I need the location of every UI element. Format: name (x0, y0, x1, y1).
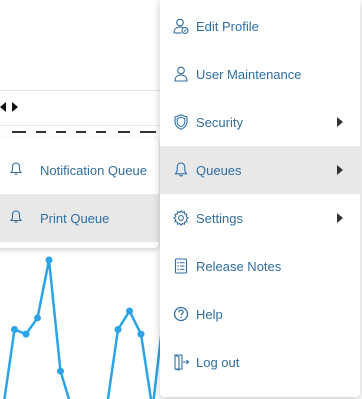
menu-item-release-notes[interactable]: Release Notes (160, 242, 360, 290)
gear-icon (172, 209, 190, 227)
user-menu: Edit Profile User Maintenance Security Q… (160, 0, 360, 397)
bell-icon (172, 161, 190, 179)
shield-icon (172, 113, 190, 131)
chevron-right-icon (336, 213, 346, 223)
chart-point (34, 314, 41, 322)
menu-item-label: User Maintenance (196, 66, 302, 82)
submenu-item-label: Notification Queue (40, 162, 147, 178)
chart-point (126, 307, 133, 315)
chart-point (114, 326, 122, 333)
menu-item-edit-profile[interactable]: Edit Profile (160, 2, 360, 50)
question-icon (172, 305, 190, 323)
list-icon (172, 257, 190, 275)
menu-item-label: Settings (196, 210, 243, 226)
menu-item-label: Help (196, 306, 223, 322)
menu-item-security[interactable]: Security (160, 98, 360, 146)
menu-item-label: Edit Profile (196, 18, 259, 34)
menu-item-queues[interactable]: Queues (160, 146, 360, 194)
chart-point (22, 330, 30, 338)
menu-item-label: Security (196, 114, 243, 130)
chart-point (11, 326, 18, 333)
user-edit-icon (172, 17, 190, 35)
bell-icon (8, 209, 26, 227)
user-icon (172, 65, 190, 83)
submenu-item-label: Print Queue (40, 210, 110, 226)
submenu-item-notification-queue[interactable]: Notification Queue (0, 146, 159, 194)
chart-point (57, 367, 64, 375)
menu-item-settings[interactable]: Settings (160, 194, 360, 242)
menu-item-label: Log out (196, 354, 240, 370)
chart-point (137, 330, 145, 338)
submenu-item-print-queue[interactable]: Print Queue (0, 194, 159, 242)
menu-item-log-out[interactable]: Log out (160, 338, 360, 386)
chevron-right-icon (336, 117, 346, 127)
chart-series-line (3, 259, 166, 399)
bell-icon (8, 161, 26, 179)
menu-item-label: Queues (196, 162, 242, 178)
chevron-right-icon (336, 165, 346, 175)
menu-item-user-maintenance[interactable]: User Maintenance (160, 50, 360, 98)
menu-item-label: Release Notes (196, 258, 282, 274)
chart-point (45, 256, 53, 264)
queues-submenu: Notification Queue Print Queue (0, 138, 159, 248)
menu-item-help[interactable]: Help (160, 290, 360, 338)
logout-icon (172, 353, 190, 371)
